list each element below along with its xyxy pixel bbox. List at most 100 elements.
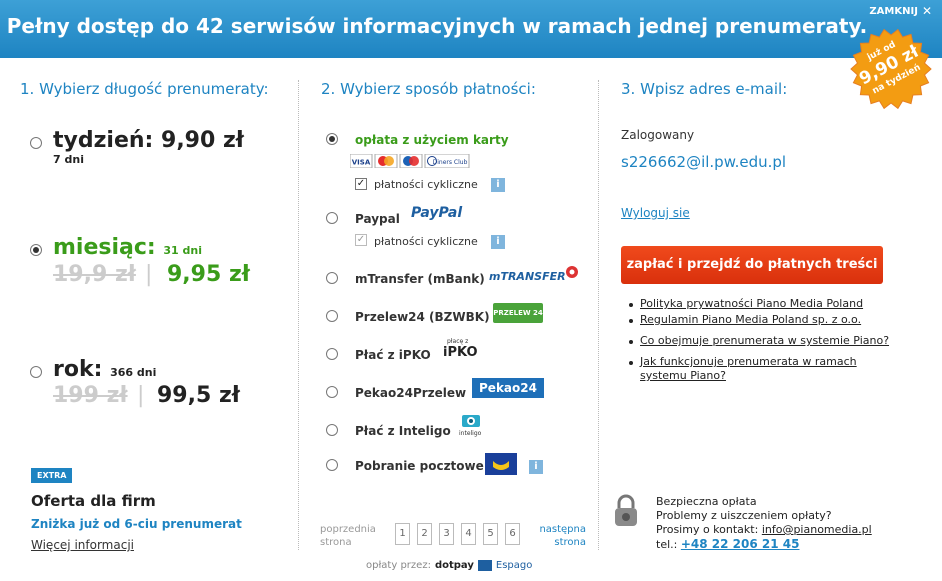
page-4-button[interactable]: 4 (461, 523, 476, 545)
price-separator: | (137, 383, 145, 408)
plan-week-name: tydzień: (53, 128, 154, 153)
close-icon: ✕ (921, 4, 932, 18)
info-icon[interactable]: i (491, 178, 505, 192)
pay-pekao-label: Pekao24Przelew (355, 386, 467, 400)
dotpay-logo: dotpay (434, 560, 474, 571)
terms-link[interactable]: Regulamin Piano Media Poland sp. z o.o. (640, 313, 861, 327)
pay-przelew24-radio[interactable] (326, 310, 338, 322)
espago-logo: Espago (495, 560, 533, 571)
step2-title: 2. Wybierz sposób płatności: (321, 80, 536, 98)
pekao24-logo: Pekao24 (472, 378, 544, 398)
pay-paypal-radio[interactable] (326, 212, 338, 224)
contact-email-link[interactable]: info@pianomedia.pl (762, 523, 872, 536)
prev-page-link[interactable]: poprzednia strona (320, 523, 376, 549)
phone-prefix: tel.: (656, 538, 678, 551)
card-logos-icon: VISA Diners Club (350, 154, 470, 168)
plan-year-name: rok: (53, 357, 103, 382)
mtransfer-logo: mTRANSFER (489, 270, 566, 283)
close-label: ZAMKNIJ (869, 5, 918, 17)
how-it-works-line1: Jak funkcjonuje prenumerata w ramach (640, 355, 857, 368)
pay-pekao-radio[interactable] (326, 386, 338, 398)
prev-page-line2: strona (320, 537, 352, 548)
plan-month-price: 9,95 zł (167, 262, 250, 287)
pay-inteligo-label: Płać z Inteligo (355, 424, 451, 438)
price-badge: już od 9,90 zł na tydzień (850, 28, 932, 110)
page-3-button[interactable]: 3 (439, 523, 454, 545)
extra-badge: EXTRA (31, 468, 73, 483)
paypal-recurring-checkbox[interactable]: ✓ (355, 234, 367, 246)
next-page-link[interactable]: następna strona (530, 523, 586, 549)
plan-week-price: 9,90 zł (161, 128, 244, 153)
lock-icon (615, 494, 637, 526)
how-it-works-line2: systemu Piano? (640, 369, 726, 382)
subscription-scope-link[interactable]: Co obejmuje prenumerata w systemie Piano… (640, 334, 889, 348)
ipko-small-text: płacę z (447, 338, 469, 345)
more-info-link[interactable]: Więcej informacji (31, 538, 134, 552)
logout-link[interactable]: Wyloguj sie (621, 206, 690, 220)
espago-icon (477, 560, 492, 571)
contact-prefix: Prosimy o kontakt: (656, 523, 759, 536)
bullet-icon (629, 340, 633, 344)
next-page-line2: strona (554, 537, 586, 548)
plan-year-days: 366 dni (110, 366, 157, 379)
card-recurring-label: płatności cykliczne (374, 178, 478, 191)
paypal-logo: PayPal (411, 205, 463, 221)
price-separator: | (145, 262, 153, 287)
plan-month-old-price: 19,9 zł (53, 262, 136, 287)
plan-year-label: rok: 366 dni (53, 357, 156, 382)
pay-mtransfer-label: mTransfer (mBank) (355, 272, 485, 286)
secure-line1: Bezpieczna opłata (656, 495, 757, 508)
page-title: Pełny dostęp do 42 serwisów informacyjny… (6, 14, 868, 38)
step3-title: 3. Wpisz adres e-mail: (621, 80, 788, 98)
info-icon[interactable]: i (529, 460, 543, 474)
pay-mtransfer-radio[interactable] (326, 272, 338, 284)
plan-month-radio[interactable] (30, 244, 42, 256)
page-6-button[interactable]: 6 (505, 523, 520, 545)
pay-post-label: Pobranie pocztowe (355, 459, 484, 473)
prev-page-line1: poprzednia (320, 524, 376, 535)
privacy-policy-link[interactable]: Polityka prywatności Piano Media Poland (640, 297, 863, 311)
business-offer-subtitle[interactable]: Zniżka już od 6-ciu prenumerat (31, 517, 242, 531)
paypal-recurring-label: płatności cykliczne (374, 235, 478, 248)
pay-and-continue-button[interactable]: zapłać i przejdź do płatnych treści (621, 246, 883, 284)
pay-przelew24-label: Przelew24 (BZWBK) (355, 310, 490, 324)
page-1-button[interactable]: 1 (395, 523, 410, 545)
page-2-button[interactable]: 2 (417, 523, 432, 545)
pay-paypal-label: Paypal (355, 212, 400, 226)
bullet-icon (629, 361, 633, 365)
step1-title: 1. Wybierz długość prenumeraty: (20, 80, 269, 98)
post-horn-icon (485, 453, 517, 475)
contact-phone-link[interactable]: +48 22 206 21 45 (681, 537, 800, 551)
payment-provider: opłaty przez: dotpay Espago (366, 560, 532, 571)
plan-week-label: tydzień: 9,90 zł (53, 128, 244, 153)
how-it-works-link[interactable]: Jak funkcjonuje prenumerata w ramach sys… (640, 355, 857, 383)
ipko-logo: iPKO (443, 345, 478, 360)
mtransfer-gear-icon (566, 266, 578, 278)
pay-ipko-radio[interactable] (326, 348, 338, 360)
logged-in-label: Zalogowany (621, 128, 695, 142)
plan-year-radio[interactable] (30, 366, 42, 378)
info-icon[interactable]: i (491, 235, 505, 249)
header-bar: Pełny dostęp do 42 serwisów informacyjny… (0, 0, 942, 58)
next-page-line1: następna (539, 524, 586, 535)
secure-line3: Prosimy o kontakt: info@pianomedia.pl (656, 523, 872, 537)
paid-by-label: opłaty przez: (366, 560, 431, 571)
plan-week-radio[interactable] (30, 137, 42, 149)
pay-card-radio[interactable] (326, 133, 338, 145)
user-email: s226662@il.pw.edu.pl (621, 153, 787, 171)
plan-year-price: 99,5 zł (157, 383, 240, 408)
bullet-icon (629, 303, 633, 307)
plan-week-days: 7 dni (53, 153, 84, 166)
pay-ipko-label: Płać z iPKO (355, 348, 431, 362)
card-logo-visa: VISA (352, 159, 371, 167)
page-5-button[interactable]: 5 (483, 523, 498, 545)
business-offer-title: Oferta dla firm (31, 492, 156, 510)
secure-payment-info: Bezpieczna opłata Problemy z uiszczeniem… (656, 495, 872, 552)
pay-inteligo-radio[interactable] (326, 424, 338, 436)
secure-line2: Problemy z uiszczeniem opłaty? (656, 509, 832, 522)
plan-year-old-price: 199 zł (53, 383, 128, 408)
pay-card-label: opłata z użyciem karty (355, 133, 509, 147)
plan-month-days: 31 dni (163, 244, 203, 257)
pay-post-radio[interactable] (326, 459, 338, 471)
card-recurring-checkbox[interactable]: ✓ (355, 178, 367, 190)
